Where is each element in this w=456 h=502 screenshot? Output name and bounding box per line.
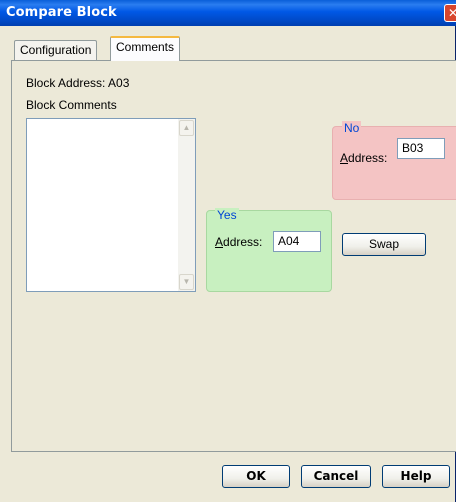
yes-address-accel: A [215, 235, 224, 249]
block-comments-label: Block Comments [26, 98, 117, 112]
tab-configuration[interactable]: Configuration [14, 40, 98, 60]
compare-block-dialog: Compare Block ✕ Configuration Comments B… [0, 0, 456, 502]
no-group-legend: No [342, 121, 362, 135]
ok-button[interactable]: OK [222, 465, 290, 488]
swap-button[interactable]: Swap [342, 233, 426, 256]
yes-group: Yes Address: A04 [206, 208, 332, 292]
block-address-value: A03 [108, 76, 130, 90]
cancel-button[interactable]: Cancel [301, 465, 371, 488]
no-address-label-rest: ddress: [348, 151, 388, 165]
tab-comments[interactable]: Comments [110, 36, 181, 61]
yes-group-legend: Yes [215, 208, 239, 222]
yes-address-label-rest: ddress: [223, 235, 263, 249]
tab-comments-label: Comments [116, 40, 175, 54]
window-title: Compare Block [6, 5, 117, 20]
scroll-down-icon[interactable]: ▼ [179, 274, 194, 290]
no-group: No Address: B03 [332, 121, 456, 200]
comments-scrollbar[interactable]: ▲ ▼ [178, 119, 195, 291]
block-address: Block Address: A03 [26, 76, 129, 90]
no-address-input[interactable]: B03 [397, 138, 445, 159]
no-address-accel: A [340, 151, 349, 165]
tab-configuration-label: Configuration [20, 43, 92, 57]
block-address-label: Block Address: [26, 76, 106, 90]
yes-address-input[interactable]: A04 [273, 231, 321, 252]
close-icon[interactable]: ✕ [444, 4, 456, 22]
scroll-up-icon[interactable]: ▲ [179, 120, 194, 136]
yes-address-label: Address: [215, 235, 262, 249]
title-bar[interactable]: Compare Block ✕ [0, 0, 456, 26]
help-button[interactable]: Help [382, 465, 450, 488]
no-address-label: Address: [340, 151, 387, 165]
block-comments-textarea[interactable]: ▲ ▼ [26, 118, 196, 292]
